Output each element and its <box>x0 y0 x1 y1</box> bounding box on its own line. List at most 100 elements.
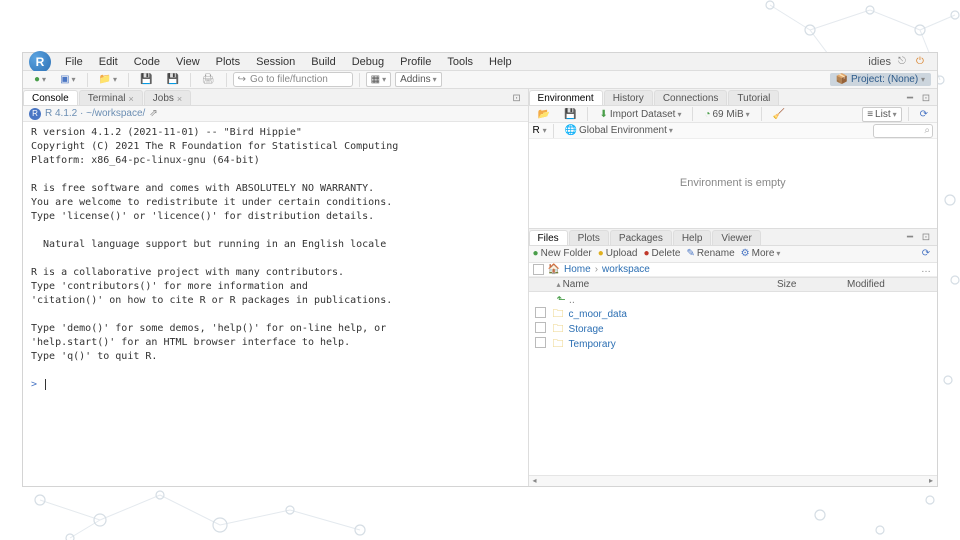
maximize-pane-icon[interactable]: ⊡ <box>919 231 933 245</box>
delete-button[interactable]: ●Delete <box>643 248 680 259</box>
menu-plots[interactable]: Plots <box>208 54 248 70</box>
breadcrumb-workspace[interactable]: workspace <box>602 264 650 275</box>
menubar: R File Edit Code View Plots Session Buil… <box>23 53 937 71</box>
file-checkbox[interactable] <box>535 307 546 318</box>
console-output[interactable]: R version 4.1.2 (2021-11-01) -- "Bird Hi… <box>23 122 528 486</box>
tab-help[interactable]: Help <box>673 230 712 245</box>
open-file-button[interactable]: 📁▾ <box>94 72 122 87</box>
select-all-checkbox[interactable] <box>533 264 544 275</box>
console-path: R 4.1.2 · ~/workspace/ <box>45 108 145 119</box>
language-selector[interactable]: R ▾ <box>533 125 547 136</box>
scope-selector[interactable]: 🌐 Global Environment ▾ <box>560 123 678 138</box>
files-column-header: ▴Name Size Modified <box>529 277 937 292</box>
up-directory[interactable]: ⬑ .. <box>529 292 937 307</box>
rstudio-logo: R <box>29 51 51 73</box>
tab-connections[interactable]: Connections <box>654 90 728 105</box>
menu-debug[interactable]: Debug <box>344 54 392 70</box>
save-button[interactable]: 💾 <box>135 72 157 87</box>
minimize-pane-icon[interactable]: ━ <box>903 231 917 245</box>
new-project-button[interactable]: ▣▾ <box>55 72 80 87</box>
goto-placeholder: Go to file/function <box>250 74 328 85</box>
menu-build[interactable]: Build <box>303 54 343 70</box>
more-button[interactable]: ⚙More ▾ <box>741 248 781 259</box>
console-path-open-icon[interactable]: ⇗ <box>149 108 157 119</box>
env-search-input[interactable] <box>873 124 933 138</box>
files-breadcrumb: 🏠 Home › workspace … <box>529 263 937 277</box>
breadcrumb-more-icon[interactable]: … <box>919 262 933 276</box>
project-menu[interactable]: 📦 Project: (None) ▾ <box>830 73 931 86</box>
tab-viewer[interactable]: Viewer <box>712 230 760 245</box>
menu-view[interactable]: View <box>168 54 208 70</box>
save-workspace-button[interactable]: 💾 <box>559 107 581 122</box>
main-toolbar: ●▾ ▣▾ 📁▾ 💾 💾 🖨 ↪ Go to file/function ▦▾ … <box>23 71 937 89</box>
folder-icon: 🗀 <box>553 335 569 354</box>
rename-button[interactable]: ✎Rename <box>686 248 734 259</box>
addins-button[interactable]: Addins ▾ <box>395 72 442 87</box>
menu-help[interactable]: Help <box>481 54 520 70</box>
username-label: idies <box>868 56 891 68</box>
files-tabstrip: Files Plots Packages Help Viewer ━ ⊡ <box>529 229 937 246</box>
files-toolbar: ●New Folder ●Upload ●Delete ✎Rename ⚙Mor… <box>529 246 937 263</box>
col-size[interactable]: Size <box>777 279 847 290</box>
file-name-link[interactable]: Temporary <box>569 339 937 350</box>
print-button[interactable]: 🖨 <box>197 72 220 87</box>
new-file-button[interactable]: ●▾ <box>29 72 51 87</box>
file-name-link[interactable]: c_moor_data <box>569 309 937 320</box>
console-subbar: R R 4.1.2 · ~/workspace/ ⇗ <box>23 106 528 122</box>
env-scope-bar: R ▾ 🌐 Global Environment ▾ <box>529 123 937 139</box>
import-dataset-button[interactable]: ⬇ Import Dataset ▾ <box>594 107 686 122</box>
menu-session[interactable]: Session <box>248 54 303 70</box>
breadcrumb-home[interactable]: Home <box>564 264 591 275</box>
upload-button[interactable]: ●Upload <box>598 248 638 259</box>
signout-icon[interactable]: ⎋ <box>895 55 909 69</box>
tab-terminal[interactable]: Terminal × <box>79 90 143 105</box>
scroll-left-icon[interactable]: ◂ <box>529 476 541 486</box>
col-name[interactable]: ▴Name <box>553 279 777 290</box>
save-all-button[interactable]: 💾 <box>161 72 183 87</box>
new-folder-button[interactable]: ●New Folder <box>533 248 592 259</box>
list-view-toggle[interactable]: ≡ List ▾ <box>862 107 901 122</box>
home-icon[interactable]: 🏠 <box>548 264 560 275</box>
tab-environment[interactable]: Environment <box>529 90 603 105</box>
menu-edit[interactable]: Edit <box>91 54 126 70</box>
clear-objects-button[interactable]: 🧹 <box>768 107 790 122</box>
memory-indicator[interactable]: ◔ 69 MiB ▾ <box>699 107 754 122</box>
tab-history[interactable]: History <box>604 90 653 105</box>
load-workspace-button[interactable]: 📂 <box>533 107 555 122</box>
console-prompt: > <box>31 379 37 390</box>
file-name-link[interactable]: Storage <box>569 324 937 335</box>
close-icon[interactable]: × <box>129 94 134 104</box>
env-empty-label: Environment is empty <box>529 139 937 228</box>
col-modified[interactable]: Modified <box>847 279 937 290</box>
menu-code[interactable]: Code <box>126 54 168 70</box>
tab-plots[interactable]: Plots <box>569 230 609 245</box>
env-tabstrip: Environment History Connections Tutorial… <box>529 89 937 106</box>
tab-packages[interactable]: Packages <box>610 230 672 245</box>
file-checkbox[interactable] <box>535 337 546 348</box>
tab-files[interactable]: Files <box>529 230 568 245</box>
left-tabstrip: Console Terminal × Jobs × ⊡ <box>23 89 528 106</box>
goto-file-function[interactable]: ↪ Go to file/function <box>233 72 353 87</box>
tab-console[interactable]: Console <box>23 90 78 105</box>
refresh-button[interactable]: ⟳ <box>915 107 933 122</box>
close-icon[interactable]: × <box>177 94 182 104</box>
scroll-right-icon[interactable]: ▸ <box>925 476 937 486</box>
horizontal-scrollbar[interactable]: ◂ ▸ <box>529 475 937 486</box>
refresh-files-icon[interactable]: ⟳ <box>919 247 933 261</box>
menu-tools[interactable]: Tools <box>439 54 481 70</box>
maximize-pane-icon[interactable]: ⊡ <box>510 91 524 105</box>
menu-file[interactable]: File <box>57 54 91 70</box>
list-item: 🗀 Temporary <box>529 337 937 352</box>
tab-tutorial[interactable]: Tutorial <box>728 90 779 105</box>
maximize-pane-icon[interactable]: ⊡ <box>919 91 933 105</box>
list-item: 🗀 c_moor_data <box>529 307 937 322</box>
file-checkbox[interactable] <box>535 322 546 333</box>
r-logo-icon: R <box>29 108 41 120</box>
power-icon[interactable]: ⏻ <box>913 55 927 69</box>
menu-profile[interactable]: Profile <box>392 54 439 70</box>
goto-icon: ↪ <box>238 74 246 85</box>
minimize-pane-icon[interactable]: ━ <box>903 91 917 105</box>
tab-jobs[interactable]: Jobs × <box>144 90 191 105</box>
cursor <box>45 379 46 390</box>
grid-button[interactable]: ▦▾ <box>366 72 391 87</box>
